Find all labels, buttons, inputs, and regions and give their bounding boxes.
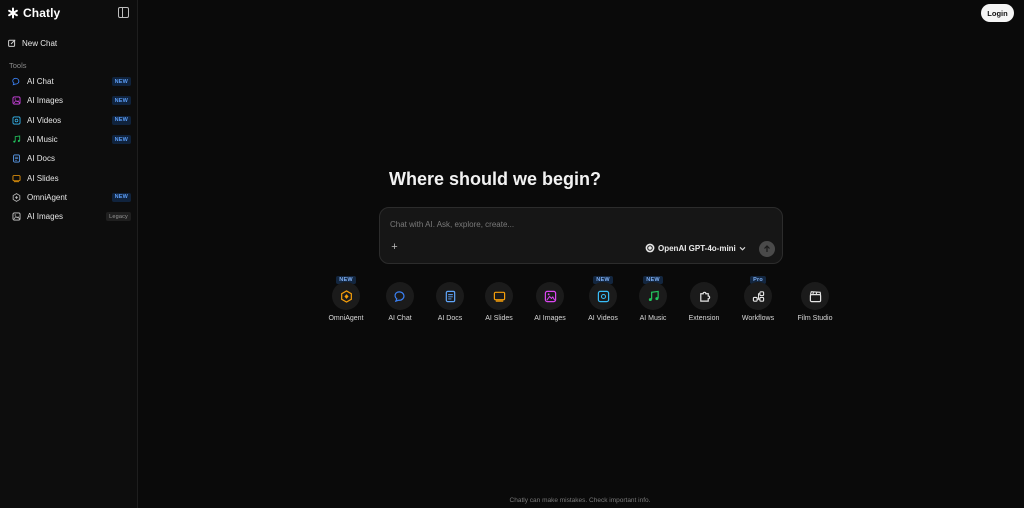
quick-action-omniagent[interactable]: NEW OmniAgent bbox=[316, 276, 376, 328]
music-icon bbox=[639, 282, 667, 310]
quick-action-label: AI Slides bbox=[485, 315, 513, 322]
sidebar-item-ai-images[interactable]: AI Images NEW bbox=[0, 91, 138, 110]
footer-disclaimer: Chatly can make mistakes. Check importan… bbox=[509, 497, 651, 504]
video-icon bbox=[12, 116, 21, 125]
model-selector[interactable]: OpenAI GPT-4o-mini bbox=[645, 242, 746, 254]
quick-action-label: AI Music bbox=[639, 315, 667, 322]
video-icon bbox=[589, 282, 617, 310]
quick-action-label: AI Docs bbox=[437, 315, 463, 322]
quick-action-label: OmniAgent bbox=[328, 315, 364, 322]
quick-action-ai-images[interactable]: AI Images bbox=[520, 276, 580, 328]
sidebar-item-ai-videos[interactable]: AI Videos NEW bbox=[0, 111, 138, 130]
sidebar-item-ai-chat[interactable]: AI Chat NEW bbox=[0, 72, 138, 91]
brand-logo[interactable]: Chatly bbox=[7, 6, 60, 20]
attach-plus-button[interactable]: + bbox=[389, 242, 400, 253]
sidebar-item-label: AI Docs bbox=[27, 154, 56, 164]
image-legacy-icon bbox=[12, 212, 21, 221]
sidebar-item-label: AI Chat bbox=[27, 77, 54, 87]
model-label: OpenAI GPT-4o-mini bbox=[658, 243, 736, 253]
new-chat-icon bbox=[8, 39, 16, 47]
quick-action-workflows[interactable]: Pro Workflows bbox=[728, 276, 788, 328]
send-button[interactable] bbox=[759, 241, 775, 257]
chat-input[interactable] bbox=[390, 217, 770, 231]
document-icon bbox=[12, 154, 21, 163]
sidebar-item-ai-slides[interactable]: AI Slides bbox=[0, 168, 138, 187]
brand-name: Chatly bbox=[23, 6, 61, 20]
quick-action-label: Extension bbox=[688, 315, 720, 322]
sidebar-toggle-icon[interactable] bbox=[118, 7, 129, 18]
chevron-down-icon bbox=[739, 246, 746, 251]
chat-bubble-icon bbox=[386, 282, 414, 310]
new-badge: NEW bbox=[111, 135, 131, 145]
tools-heading: Tools bbox=[9, 61, 27, 70]
quick-action-label: Film Studio bbox=[797, 315, 833, 322]
slides-icon bbox=[485, 282, 513, 310]
openai-logo-icon bbox=[645, 243, 655, 253]
page-heading: Where should we begin? bbox=[389, 169, 602, 189]
sidebar-item-label: AI Music bbox=[27, 135, 58, 145]
clapperboard-icon bbox=[801, 282, 829, 310]
quick-action-label: AI Chat bbox=[388, 315, 412, 322]
sidebar-item-ai-music[interactable]: AI Music NEW bbox=[0, 130, 138, 149]
legacy-badge: Legacy bbox=[106, 212, 131, 222]
new-chat-button[interactable]: New Chat bbox=[8, 36, 130, 50]
chat-bubble-icon bbox=[12, 77, 21, 86]
quick-action-extension[interactable]: Extension bbox=[674, 276, 734, 328]
quick-action-label: AI Images bbox=[534, 315, 566, 322]
quick-action-label: AI Videos bbox=[588, 315, 618, 322]
sidebar-item-ai-images[interactable]: AI Images Legacy bbox=[0, 207, 138, 226]
slides-icon bbox=[12, 174, 21, 183]
image-icon bbox=[12, 96, 21, 105]
sidebar-item-label: AI Images bbox=[27, 212, 64, 222]
quick-action-film-studio[interactable]: Film Studio bbox=[785, 276, 845, 328]
sidebar-item-label: AI Slides bbox=[27, 173, 59, 183]
omniagent-icon bbox=[332, 282, 360, 310]
new-badge: NEW bbox=[111, 77, 131, 87]
arrow-up-icon bbox=[764, 245, 770, 252]
chat-composer: + OpenAI GPT-4o-mini bbox=[379, 207, 783, 264]
sidebar-item-label: OmniAgent bbox=[27, 192, 68, 202]
sidebar-item-label: AI Videos bbox=[27, 115, 62, 125]
image-icon bbox=[536, 282, 564, 310]
new-badge: NEW bbox=[111, 192, 131, 202]
sidebar-item-ai-docs[interactable]: AI Docs bbox=[0, 149, 138, 168]
omniagent-icon bbox=[12, 193, 21, 202]
puzzle-icon bbox=[690, 282, 718, 310]
quick-action-label: Workflows bbox=[741, 315, 775, 322]
login-button[interactable]: Login bbox=[981, 4, 1014, 22]
document-icon bbox=[436, 282, 464, 310]
new-chat-label: New Chat bbox=[22, 38, 58, 48]
chatly-logo-icon bbox=[8, 7, 18, 19]
sidebar-item-label: AI Images bbox=[27, 96, 64, 106]
tool-list: AI Chat NEW AI Images NEW AI Videos NEW AI Mus… bbox=[0, 72, 138, 226]
workflow-icon bbox=[744, 282, 772, 310]
new-badge: NEW bbox=[111, 96, 131, 106]
sidebar: Chatly New Chat Tools AI Chat NEW AI Image… bbox=[0, 0, 138, 508]
sidebar-item-omniagent[interactable]: OmniAgent NEW bbox=[0, 188, 138, 207]
new-badge: NEW bbox=[111, 115, 131, 125]
music-icon bbox=[12, 135, 21, 144]
